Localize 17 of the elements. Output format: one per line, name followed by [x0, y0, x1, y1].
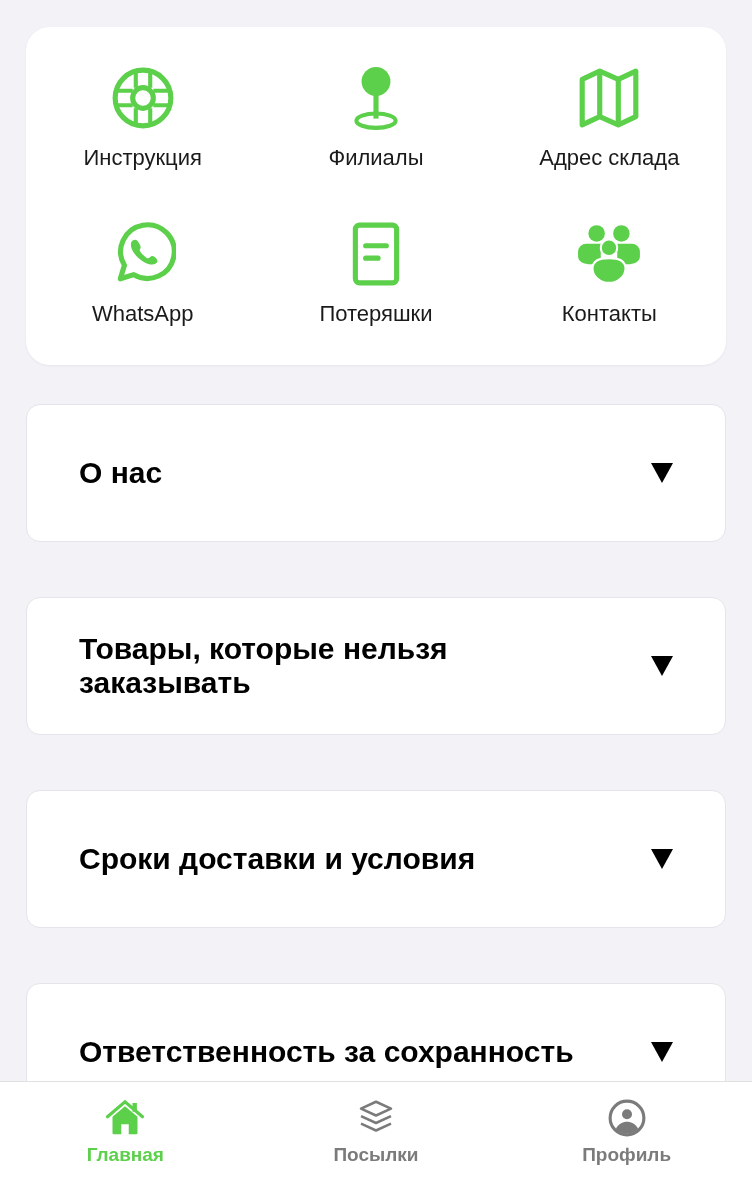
- accordion-header[interactable]: О нас: [26, 404, 726, 542]
- accordion-header[interactable]: Ответственность за сохранность: [26, 983, 726, 1081]
- shortcut-button[interactable]: Филиалы: [328, 65, 424, 171]
- accordion-header[interactable]: Сроки доставки и условия: [26, 790, 726, 928]
- nav-tab[interactable]: Профиль: [582, 1082, 672, 1166]
- shortcut-button[interactable]: Потеряшки: [319, 221, 433, 327]
- user-icon: [606, 1098, 647, 1138]
- shortcut-button[interactable]: Контакты: [561, 221, 657, 327]
- section-title: О нас: [79, 456, 163, 490]
- section-title: Сроки доставки и условия: [79, 842, 476, 876]
- section-title: Товары, которые нельзя заказывать: [79, 632, 449, 700]
- nav-tab[interactable]: Посылки: [333, 1082, 419, 1166]
- shortcut-button[interactable]: Адрес склада: [539, 65, 680, 171]
- shortcut-button[interactable]: Инструкция: [83, 65, 202, 171]
- shortcut-button[interactable]: WhatsApp: [91, 221, 194, 327]
- section-title: Ответственность за сохранность: [79, 1035, 574, 1069]
- accordion-header[interactable]: Товары, которые нельзя заказывать: [26, 597, 726, 735]
